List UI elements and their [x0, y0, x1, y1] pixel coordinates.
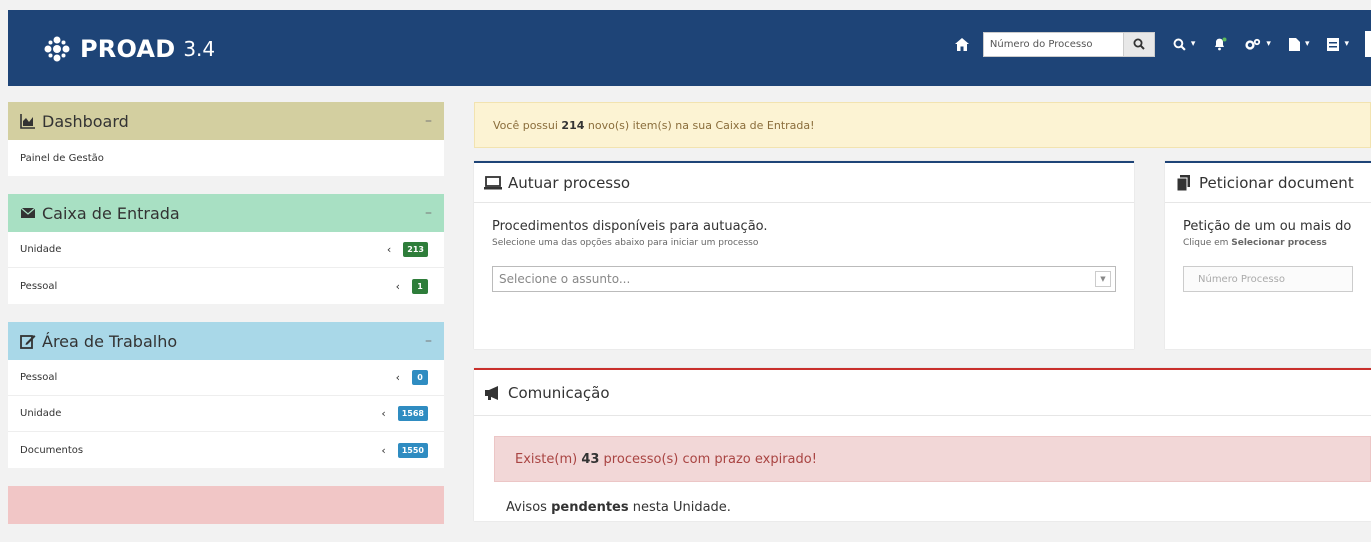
sidebar-item-label: Documentos — [20, 444, 84, 456]
autuar-title: Autuar processo — [508, 173, 631, 192]
peticionar-title: Peticionar document — [1199, 173, 1354, 192]
sidebar-item-work-unidade[interactable]: Unidade ‹ 1568 — [8, 396, 444, 432]
comunicacao-card: Comunicação Existe(m) 43 processo(s) com… — [474, 368, 1371, 521]
count-badge: 213 — [403, 242, 428, 257]
autuar-lead: Procedimentos disponíveis para autuação. — [492, 219, 768, 234]
chevron-left-icon: ‹ — [381, 443, 386, 457]
subject-select[interactable]: Selecione o assunto... ▼ — [492, 266, 1116, 292]
inbox-alert-count: 214 — [561, 118, 585, 132]
brand[interactable]: PROAD 3.4 — [44, 34, 215, 64]
sidebar-item-label: Unidade — [20, 244, 62, 255]
chevron-down-icon: ▾ — [1190, 39, 1196, 49]
next-panel-header[interactable] — [8, 486, 444, 524]
process-number-field[interactable]: Número Processo — [1183, 266, 1353, 292]
chevron-down-icon: ▾ — [1304, 39, 1310, 49]
chevron-down-icon: ▾ — [1266, 39, 1271, 49]
peticionar-card-body: Petição de um ou mais do Clique em Selec… — [1165, 203, 1371, 308]
inbox-title: Caixa de Entrada — [42, 203, 180, 223]
envelope-icon — [20, 207, 36, 218]
count-badge: 1550 — [397, 442, 428, 458]
next-panel — [8, 486, 444, 524]
peticionar-lead: Petição de um ou mais do — [1183, 219, 1352, 234]
autuar-card: Autuar processo Procedimentos disponívei… — [474, 161, 1134, 349]
brand-logo-icon — [44, 36, 70, 62]
dashboard-title: Dashboard — [42, 111, 129, 131]
archive-icon — [1327, 37, 1340, 51]
brand-version: 3.4 — [183, 37, 216, 61]
laptop-icon — [484, 175, 502, 189]
count-badge: 1568 — [397, 406, 428, 421]
sidebar-item-work-pessoal[interactable]: Pessoal ‹ 0 — [8, 360, 444, 396]
autuar-card-header: Autuar processo — [474, 163, 1134, 203]
archive-menu[interactable]: ▾ — [1327, 37, 1349, 51]
expired-deadline-text: Existe(m) 43 processo(s) com prazo expir… — [515, 451, 817, 467]
dashboard-panel-header[interactable]: Dashboard – — [8, 102, 444, 140]
file-icon — [1288, 37, 1300, 51]
sidebar-item-painel-de-gestao[interactable]: Painel de Gestão — [8, 140, 444, 176]
bullhorn-icon — [485, 385, 498, 400]
process-search — [982, 31, 1155, 57]
autuar-sub: Selecione uma das opções abaixo para ini… — [492, 238, 759, 248]
chevron-down-icon: ▾ — [1344, 39, 1349, 49]
sidebar-item-label: Painel de Gestão — [20, 152, 104, 164]
chevron-left-icon: ‹ — [395, 279, 400, 293]
sidebar-item-label: Pessoal — [20, 372, 58, 383]
collapse-button[interactable]: – — [425, 205, 432, 221]
chevron-left-icon: ‹ — [386, 243, 392, 256]
dashboard-panel: Dashboard – Painel de Gestão — [8, 102, 444, 176]
edit-icon — [20, 335, 36, 349]
sidebar-item-inbox-unidade[interactable]: Unidade ‹ 213 — [8, 232, 444, 268]
top-navbar: PROAD 3.4 ▾ ▾ ▾ ▾ — [8, 10, 1371, 86]
cogs-icon — [1245, 38, 1261, 50]
peticionar-card-header: Peticionar document — [1165, 163, 1371, 203]
search-button[interactable] — [1122, 31, 1155, 57]
navbar-actions: ▾ ▾ ▾ ▾ — [954, 31, 1371, 57]
area-chart-icon — [20, 114, 35, 129]
advanced-search-menu[interactable]: ▾ — [1173, 38, 1196, 51]
inbox-panel: Caixa de Entrada – Unidade ‹ 213 Pessoal… — [8, 194, 444, 304]
sidebar-item-work-documentos[interactable]: Documentos ‹ 1550 — [8, 432, 444, 468]
autuar-card-body: Procedimentos disponíveis para autuação.… — [474, 203, 1134, 308]
comunicacao-card-header: Comunicação — [474, 370, 1371, 416]
inbox-alert-text: Você possui 214 novo(s) item(s) na sua C… — [493, 118, 815, 132]
count-badge: 1 — [412, 278, 428, 294]
navbar-edge — [1365, 31, 1371, 57]
peticionar-card: Peticionar document Petição de um ou mai… — [1165, 161, 1371, 349]
chevron-left-icon: ‹ — [395, 371, 400, 384]
chevron-left-icon: ‹ — [381, 407, 386, 420]
process-number-placeholder: Número Processo — [1198, 273, 1285, 285]
collapse-button[interactable]: – — [425, 333, 432, 349]
workarea-panel: Área de Trabalho – Pessoal ‹ 0 Unidade ‹… — [8, 322, 444, 468]
settings-menu[interactable]: ▾ — [1245, 38, 1271, 51]
comunicacao-title: Comunicação — [508, 383, 610, 402]
expired-count: 43 — [581, 451, 600, 467]
search-icon — [1133, 38, 1145, 50]
pending-notices-text: Avisos pendentes nesta Unidade. — [506, 500, 731, 515]
inbox-panel-header[interactable]: Caixa de Entrada – — [8, 194, 444, 232]
process-number-input[interactable] — [982, 31, 1123, 57]
workarea-panel-header[interactable]: Área de Trabalho – — [8, 322, 444, 360]
brand-name: PROAD — [80, 35, 176, 63]
sidebar-item-inbox-pessoal[interactable]: Pessoal ‹ 1 — [8, 268, 444, 304]
documents-menu[interactable]: ▾ — [1288, 37, 1310, 51]
bell-icon — [1215, 37, 1227, 51]
peticionar-sub: Clique em Selecionar process — [1183, 238, 1327, 248]
chevron-down-icon[interactable]: ▼ — [1095, 271, 1111, 287]
collapse-button[interactable]: – — [425, 113, 432, 129]
expired-deadline-alert: Existe(m) 43 processo(s) com prazo expir… — [494, 436, 1371, 482]
sidebar-item-label: Pessoal — [20, 280, 58, 292]
notifications-menu[interactable] — [1213, 37, 1227, 51]
sidebar: Dashboard – Painel de Gestão Caixa de En… — [8, 102, 444, 542]
advanced-search-icon — [1173, 38, 1186, 51]
inbox-alert: Você possui 214 novo(s) item(s) na sua C… — [474, 102, 1371, 148]
sidebar-item-label: Unidade — [20, 408, 62, 419]
workarea-title: Área de Trabalho — [42, 331, 178, 351]
copy-icon — [1176, 174, 1190, 191]
home-icon[interactable] — [954, 36, 970, 52]
count-badge: 0 — [412, 370, 428, 385]
subject-select-placeholder: Selecione o assunto... — [499, 272, 631, 286]
